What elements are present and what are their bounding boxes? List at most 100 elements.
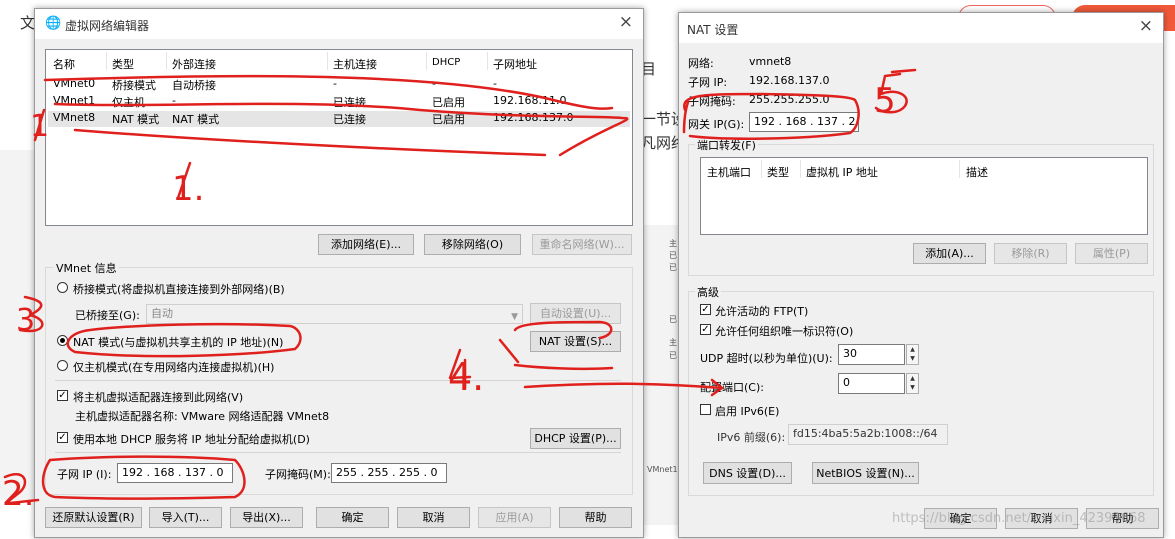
background-text: 文 [20, 14, 36, 32]
table-cell: 仅主机... [112, 96, 156, 109]
subnet-ip-value: 192.168.137.0 [749, 74, 830, 87]
host-only-label: 仅主机模式(在专用网络内连接虚拟机)(H) [73, 361, 275, 374]
connect-adapter-label: 将主机虚拟适配器连接到此网络(V) [73, 391, 244, 404]
network-list[interactable]: 名称 类型 外部连接 主机连接 DHCP 子网地址 VMnet0 桥接模式 自动… [45, 49, 633, 226]
column-divider [800, 160, 801, 178]
title-bar: NAT 设置 × [679, 13, 1163, 43]
close-icon[interactable]: × [1139, 16, 1153, 36]
export-button[interactable]: 导出(X)... [230, 507, 303, 528]
dns-settings-button[interactable]: DNS 设置(D)... [703, 462, 792, 484]
column-divider [327, 52, 328, 70]
ok-button[interactable]: 确定 [316, 507, 389, 528]
udp-timeout-label: UDP 超时(以秒为单位)(U): [700, 352, 833, 365]
import-button[interactable]: 导入(T)... [149, 507, 222, 528]
cancel-button[interactable]: 取消 [397, 507, 470, 528]
table-cell: - [333, 77, 337, 90]
divider [55, 452, 621, 453]
host-only-radio[interactable] [57, 360, 68, 371]
allow-oui-checkbox[interactable]: ✓ [700, 324, 711, 335]
table-cell: 自动桥接 [172, 79, 216, 92]
table-cell: 已启用 [432, 96, 465, 109]
restore-defaults-button[interactable]: 还原默认设置(R) [45, 507, 142, 528]
add-port-button[interactable]: 添加(A)... [913, 243, 986, 264]
dhcp-settings-button[interactable]: DHCP 设置(P)... [530, 428, 621, 449]
adapter-name-text: 主机虚拟适配器名称: VMware 网络适配器 VMnet8 [75, 410, 330, 423]
up-arrow-icon[interactable]: ▲ [907, 374, 918, 383]
table-cell: 已连接 [333, 96, 366, 109]
table-cell: 192.168.137.0 [493, 111, 574, 124]
table-cell: 桥接模式 [112, 79, 156, 92]
bridged-mode-radio[interactable] [57, 282, 68, 293]
up-arrow-icon[interactable]: ▲ [907, 345, 918, 354]
column-header[interactable]: 类型 [112, 56, 134, 72]
gateway-ip-label: 网关 IP(G): [688, 118, 745, 131]
dhcp-checkbox[interactable]: ✓ [57, 432, 68, 443]
column-header[interactable]: 主机连接 [333, 56, 377, 72]
allow-ftp-checkbox[interactable]: ✓ [700, 304, 711, 315]
bridged-to-value: 自动 [151, 307, 173, 320]
column-divider [106, 52, 107, 70]
auto-settings-button[interactable]: 自动设置(U)... [530, 303, 621, 324]
subnet-mask-input[interactable]: 255 . 255 . 255 . 0 [331, 463, 447, 483]
nat-mode-radio[interactable] [57, 335, 68, 346]
udp-timeout-input[interactable]: 30 [838, 344, 905, 365]
table-cell: NAT 模式 [112, 113, 160, 126]
down-arrow-icon[interactable]: ▼ [907, 354, 918, 363]
column-header[interactable]: 虚拟机 IP 地址 [806, 164, 878, 180]
column-divider [487, 52, 488, 70]
table-cell: VMnet8 [53, 111, 96, 124]
column-header[interactable]: 名称 [53, 56, 75, 72]
column-header[interactable]: 子网地址 [493, 56, 537, 72]
close-icon[interactable]: × [619, 12, 633, 32]
udp-timeout-stepper[interactable]: ▲ ▼ [906, 344, 919, 365]
background-text: 主 [669, 239, 677, 248]
window-title: 虚拟网络编辑器 [65, 19, 150, 33]
ipv6-prefix-label: IPv6 前缀(6): [717, 431, 786, 444]
column-divider [959, 160, 960, 178]
netbios-settings-button[interactable]: NetBIOS 设置(N)... [812, 462, 919, 484]
config-port-stepper[interactable]: ▲ ▼ [906, 373, 919, 394]
table-row[interactable]: VMnet0 桥接模式 自动桥接 - - - [48, 77, 630, 93]
column-header[interactable]: 描述 [966, 164, 988, 180]
port-forwarding-list[interactable]: 主机端口 类型 虚拟机 IP 地址 描述 [700, 157, 1148, 235]
table-row-selected[interactable]: VMnet8 NAT 模式 NAT 模式 已连接 已启用 192.168.137… [48, 111, 630, 127]
table-cell: - [172, 94, 176, 107]
table-cell: VMnet0 [53, 77, 96, 90]
help-button[interactable]: 帮助 [559, 507, 632, 528]
connect-adapter-checkbox[interactable]: ✓ [57, 390, 68, 401]
down-arrow-icon[interactable]: ▼ [907, 383, 918, 392]
enable-ipv6-checkbox[interactable] [700, 404, 711, 415]
remove-port-button[interactable]: 移除(R) [994, 243, 1067, 264]
subnet-ip-input[interactable]: 192 . 168 . 137 . 0 [117, 463, 233, 483]
subnet-ip-label: 子网 IP: [688, 76, 728, 89]
group-title: 端口转发(F) [695, 137, 758, 153]
title-bar: 🌐 虚拟网络编辑器 × [35, 9, 643, 39]
remove-network-button[interactable]: 移除网络(O) [424, 234, 521, 255]
gateway-ip-input[interactable]: 192 . 168 . 137 . 2 [749, 112, 859, 132]
allow-oui-label: 允许任何组织唯一标识符(O) [715, 325, 854, 338]
config-port-input[interactable]: 0 [838, 373, 905, 394]
add-network-button[interactable]: 添加网络(E)... [318, 234, 414, 255]
group-title: VMnet 信息 [54, 260, 119, 276]
table-cell: 已连接 [333, 113, 366, 126]
nat-mode-label: NAT 模式(与虚拟机共享主机的 IP 地址)(N) [73, 336, 284, 349]
background-text: 已 [669, 315, 677, 324]
column-header[interactable]: 外部连接 [172, 56, 216, 72]
bridged-to-dropdown[interactable]: 自动 ▼ [146, 304, 523, 324]
table-row[interactable]: VMnet1 仅主机... - 已连接 已启用 192.168.11.0 [48, 94, 630, 110]
subnet-ip-label: 子网 IP (I): [57, 468, 112, 481]
vmnet-info-group: VMnet 信息 [45, 260, 633, 495]
column-header[interactable]: 类型 [767, 164, 789, 180]
port-properties-button[interactable]: 属性(P) [1075, 243, 1148, 264]
globe-icon: 🌐 [45, 16, 62, 31]
nat-settings-button[interactable]: NAT 设置(S)... [530, 331, 621, 352]
group-title: 高级 [695, 284, 721, 300]
background-text: 已 [669, 263, 677, 272]
table-cell: - [493, 77, 497, 90]
window-title: NAT 设置 [687, 23, 739, 37]
ipv6-prefix-input[interactable]: fd15:4ba5:5a2b:1008::/64 [788, 424, 948, 445]
rename-network-button[interactable]: 重命名网络(W)... [532, 234, 632, 255]
column-header[interactable]: DHCP [432, 57, 460, 68]
apply-button[interactable]: 应用(A) [478, 507, 551, 528]
column-header[interactable]: 主机端口 [707, 164, 751, 180]
